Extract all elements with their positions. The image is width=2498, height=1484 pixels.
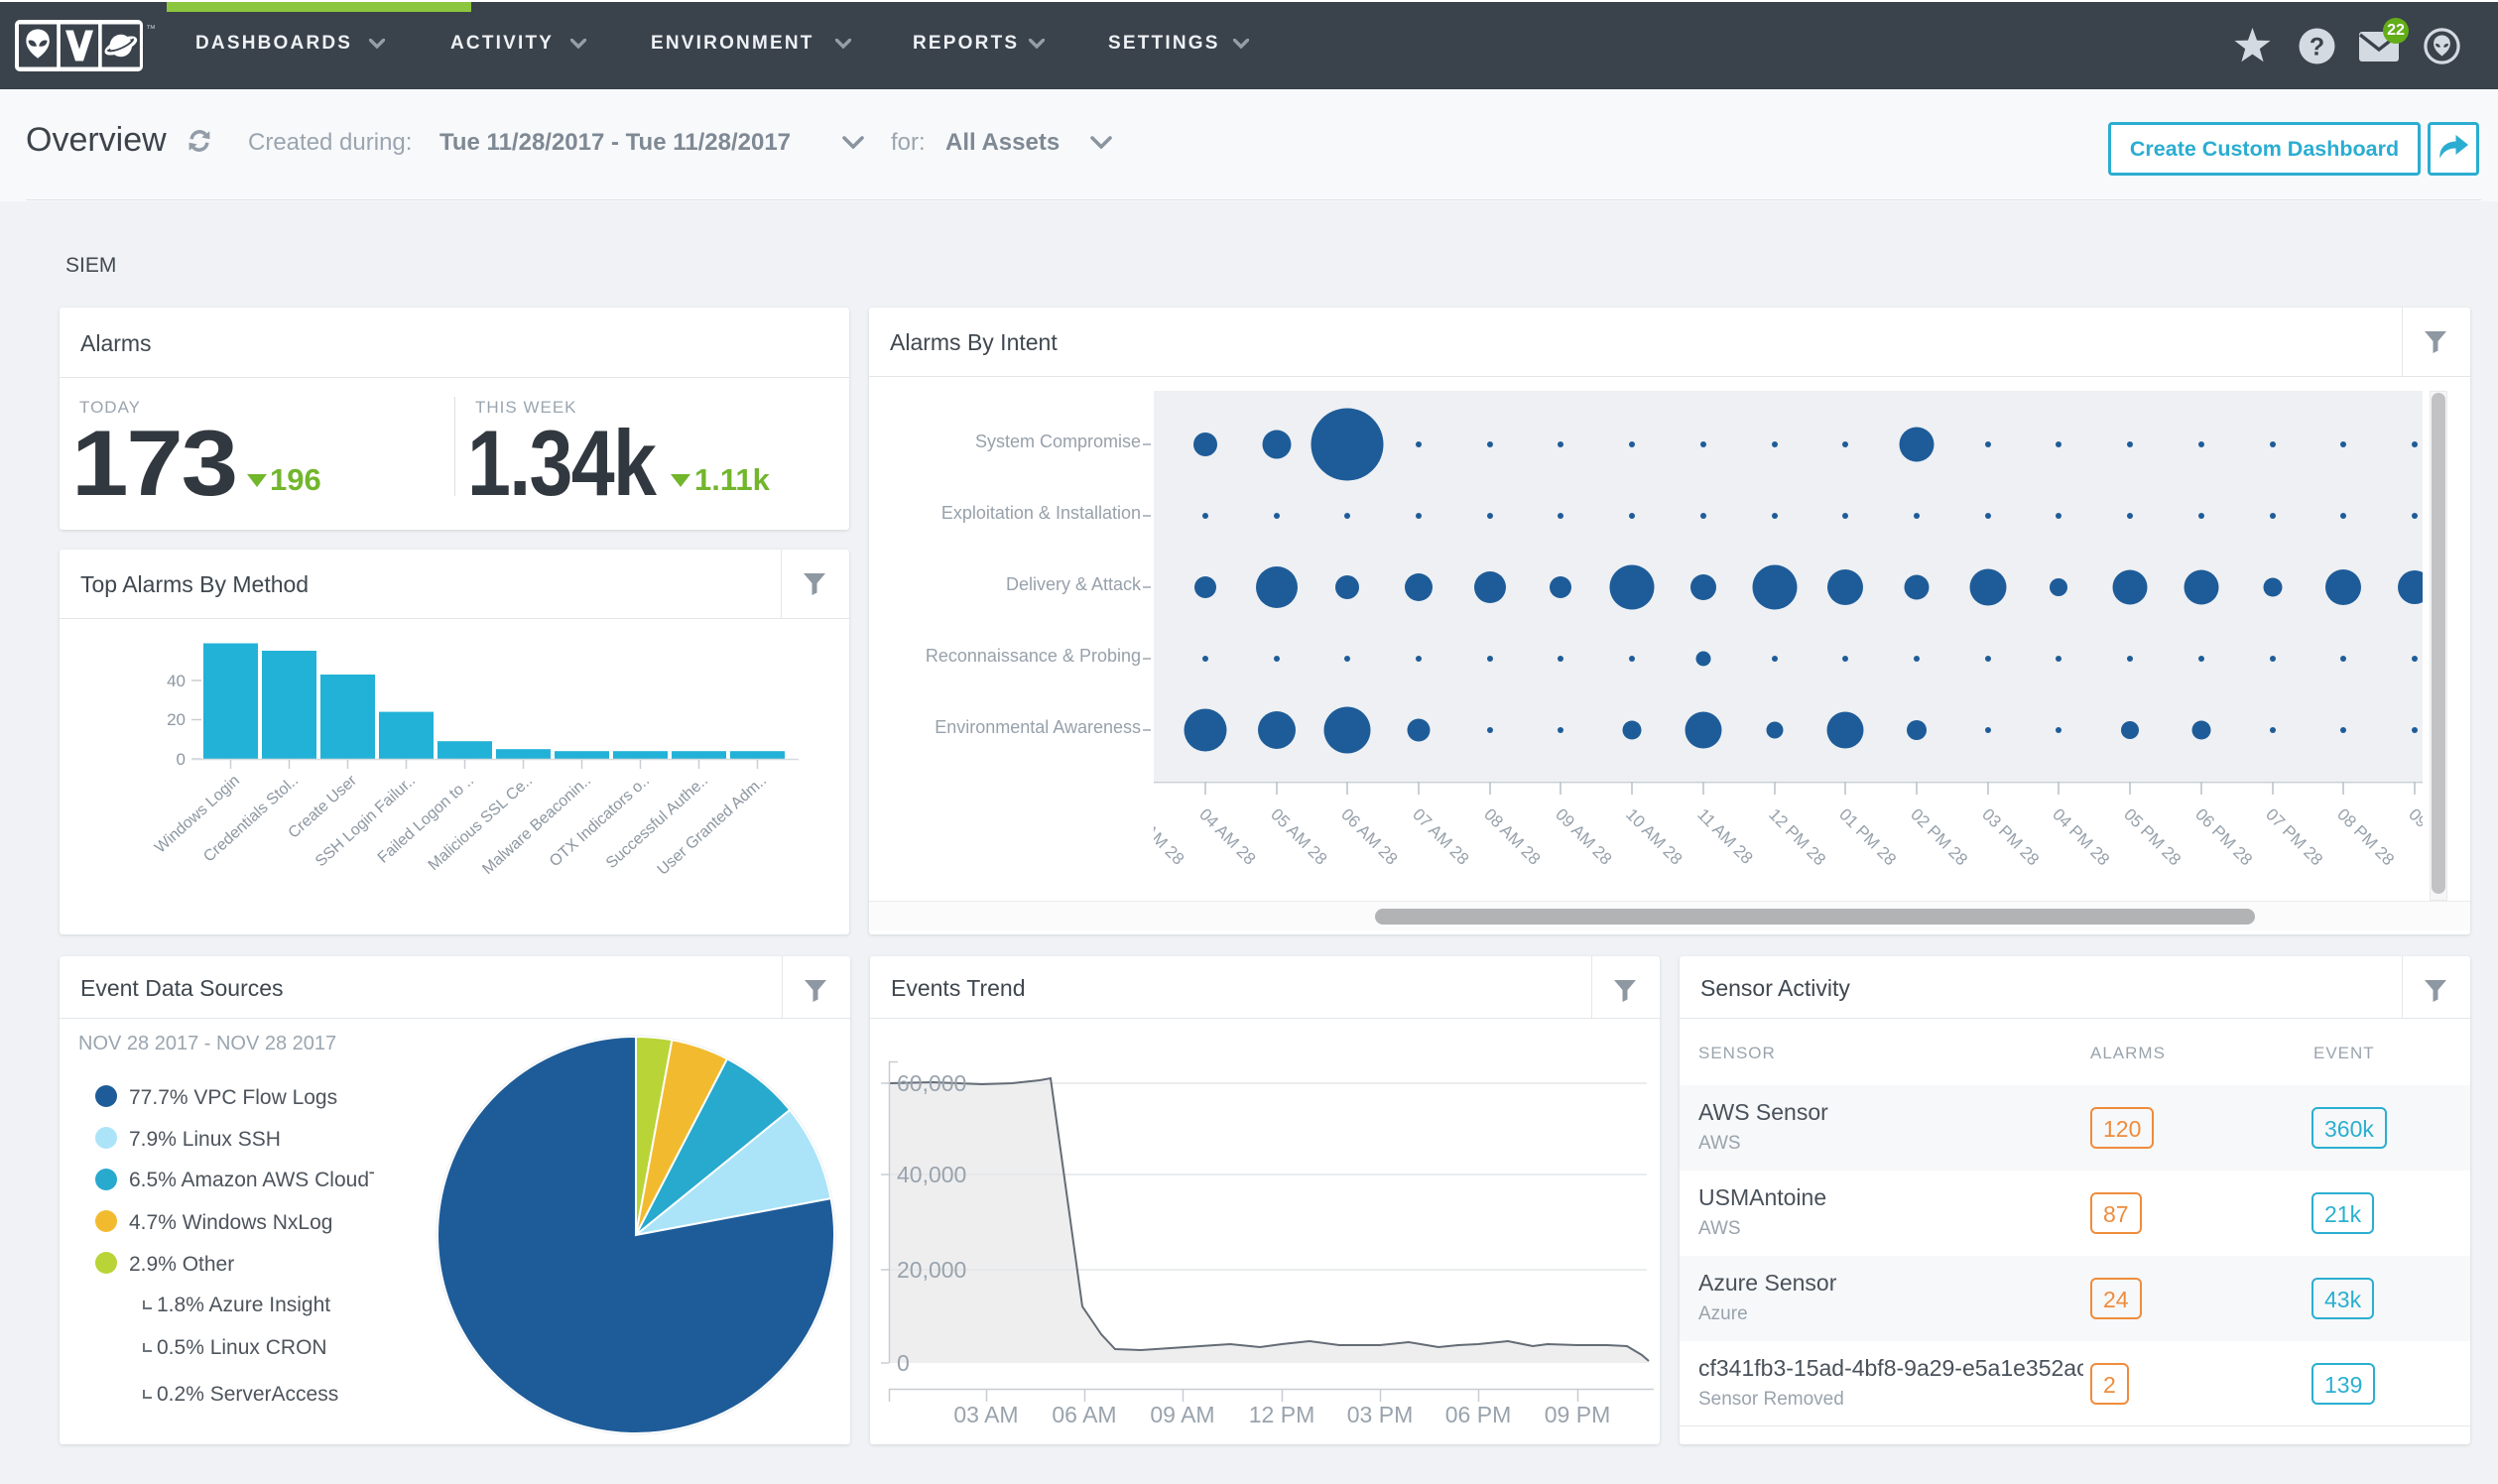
- svg-text:11 AM 28: 11 AM 28: [1693, 804, 1756, 867]
- svg-text:09 AM 28: 09 AM 28: [1552, 804, 1615, 868]
- svg-text:20,000: 20,000: [897, 1257, 966, 1283]
- svg-text:09 PM 28: 09 PM 28: [2405, 804, 2423, 869]
- svg-text:60,000: 60,000: [897, 1070, 966, 1096]
- svg-text:Failed Logon to ..: Failed Logon to ..: [375, 772, 477, 866]
- svg-text:08 AM 28: 08 AM 28: [1480, 804, 1544, 868]
- svg-text:02 PM 28: 02 PM 28: [1907, 804, 1971, 869]
- svg-text:06 AM: 06 AM: [1052, 1402, 1116, 1427]
- svg-text:04 PM 28: 04 PM 28: [2049, 804, 2113, 869]
- svg-text:10 AM 28: 10 AM 28: [1622, 804, 1686, 868]
- svg-text:OTX Indicators o..: OTX Indicators o..: [547, 772, 653, 870]
- svg-text:07 AM 28: 07 AM 28: [1409, 804, 1472, 868]
- svg-text:03 AM: 03 AM: [953, 1402, 1018, 1427]
- svg-text:03 PM: 03 PM: [1347, 1402, 1413, 1427]
- svg-text:0: 0: [897, 1350, 910, 1376]
- svg-text:03 AM 28: 03 AM 28: [1154, 804, 1187, 868]
- svg-text:12 PM 28: 12 PM 28: [1765, 804, 1829, 869]
- svg-text:09 PM: 09 PM: [1545, 1402, 1610, 1427]
- svg-text:05 AM 28: 05 AM 28: [1267, 804, 1330, 868]
- svg-text:SSH Login Failur..: SSH Login Failur..: [312, 772, 419, 870]
- svg-text:Malicious SSL Ce..: Malicious SSL Ce..: [426, 772, 536, 874]
- svg-text:03 PM 28: 03 PM 28: [1978, 804, 2043, 869]
- svg-text:Malware Beaconin..: Malware Beaconin..: [479, 772, 594, 878]
- svg-text:40,000: 40,000: [897, 1162, 966, 1187]
- svg-text:0: 0: [177, 750, 186, 769]
- svg-text:09 AM: 09 AM: [1150, 1402, 1214, 1427]
- svg-text:05 PM 28: 05 PM 28: [2120, 804, 2185, 869]
- svg-text:08 PM 28: 08 PM 28: [2333, 804, 2398, 869]
- svg-text:04 AM 28: 04 AM 28: [1195, 804, 1259, 868]
- svg-text:06 PM: 06 PM: [1445, 1402, 1511, 1427]
- svg-text:?: ?: [2310, 34, 2324, 62]
- svg-text:06 PM 28: 06 PM 28: [2191, 804, 2256, 869]
- svg-text:Successful Authe..: Successful Authe..: [603, 772, 711, 872]
- svg-text:40: 40: [167, 672, 186, 690]
- svg-text:01 PM 28: 01 PM 28: [1835, 804, 1900, 869]
- svg-text:07 PM 28: 07 PM 28: [2262, 804, 2326, 869]
- svg-text:User Granted Adm..: User Granted Adm..: [655, 772, 770, 878]
- svg-text:20: 20: [167, 710, 186, 729]
- svg-text:12 PM: 12 PM: [1249, 1402, 1314, 1427]
- svg-text:06 AM 28: 06 AM 28: [1337, 804, 1401, 868]
